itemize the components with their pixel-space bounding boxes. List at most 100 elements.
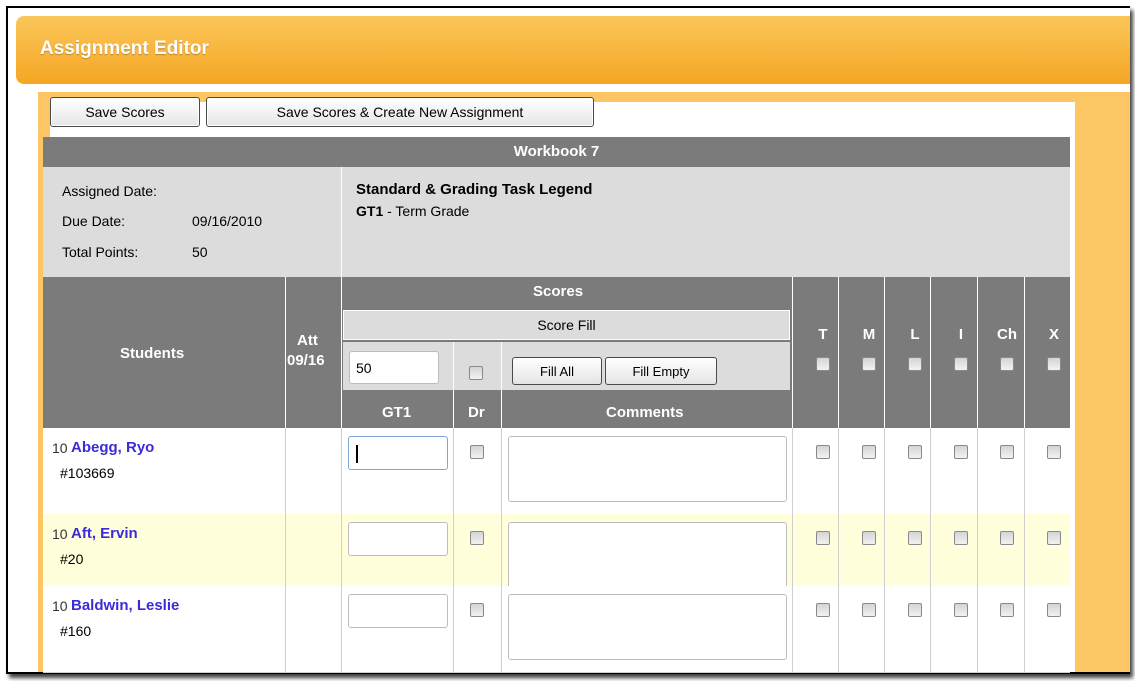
gt1-score-input[interactable] bbox=[348, 522, 448, 556]
gt1-score-input[interactable] bbox=[348, 436, 448, 470]
flag-checkbox-i[interactable] bbox=[954, 531, 968, 545]
flag-checkbox-l[interactable] bbox=[908, 445, 922, 459]
row-column-divider bbox=[501, 428, 502, 514]
flag-header-divider bbox=[884, 277, 885, 428]
flag-checkbox-ch[interactable] bbox=[1000, 603, 1014, 617]
window-title: Assignment Editor bbox=[40, 38, 209, 59]
dropped-checkbox[interactable] bbox=[470, 445, 484, 459]
row-column-divider bbox=[884, 586, 885, 672]
legend-title: Standard & Grading Task Legend bbox=[356, 181, 593, 198]
flag-checkbox-l[interactable] bbox=[908, 603, 922, 617]
flag-header-divider bbox=[930, 277, 931, 428]
flag-checkbox-i[interactable] bbox=[954, 603, 968, 617]
flag-checkbox-t[interactable] bbox=[816, 445, 830, 459]
flag-header-divider bbox=[838, 277, 839, 428]
comments-column-header: Comments bbox=[606, 404, 684, 421]
fill-divider-comments bbox=[501, 342, 502, 428]
legend-code: GT1 bbox=[356, 203, 384, 219]
gt1-column-header: GT1 bbox=[382, 404, 412, 421]
total-points-label: Total Points: bbox=[62, 244, 139, 260]
flag-checkbox-m[interactable] bbox=[862, 445, 876, 459]
fill-divider-dr bbox=[453, 342, 454, 428]
row-column-divider bbox=[838, 586, 839, 672]
dr-column-header: Dr bbox=[468, 404, 485, 421]
flag-checkbox-x[interactable] bbox=[1047, 445, 1061, 459]
row-column-divider bbox=[453, 586, 454, 672]
row-column-divider bbox=[341, 586, 342, 672]
gt1-score-input[interactable] bbox=[348, 594, 448, 628]
comment-textarea[interactable] bbox=[508, 436, 787, 502]
row-column-divider bbox=[977, 514, 978, 586]
flag-header-x: X bbox=[1048, 326, 1059, 343]
flag-header-ch: Ch bbox=[997, 326, 1017, 343]
row-column-divider bbox=[930, 514, 931, 586]
row-column-divider bbox=[977, 428, 978, 514]
assignment-name: Workbook 7 bbox=[513, 143, 600, 160]
save-and-create-new-button[interactable]: Save Scores & Create New Assignment bbox=[206, 97, 594, 127]
flag-checkbox-ch[interactable] bbox=[1000, 531, 1014, 545]
row-column-divider bbox=[453, 428, 454, 514]
flag-header-checkbox-m[interactable] bbox=[862, 357, 876, 371]
fill-all-button[interactable]: Fill All bbox=[512, 357, 602, 385]
flag-header-m: M bbox=[862, 326, 876, 343]
flag-header-l: L bbox=[910, 326, 920, 343]
row-column-divider bbox=[930, 428, 931, 514]
dropped-checkbox[interactable] bbox=[470, 603, 484, 617]
comment-textarea[interactable] bbox=[508, 522, 787, 588]
row-column-divider bbox=[1024, 428, 1025, 514]
score-fill-label: Score Fill bbox=[537, 317, 596, 333]
student-grade: 10 bbox=[52, 526, 68, 542]
row-column-divider bbox=[453, 514, 454, 586]
flag-checkbox-i[interactable] bbox=[954, 445, 968, 459]
flag-header-checkbox-ch[interactable] bbox=[1000, 357, 1014, 371]
scores-column-header: Scores bbox=[533, 283, 584, 300]
row-column-divider bbox=[838, 514, 839, 586]
fill-empty-button[interactable]: Fill Empty bbox=[605, 357, 717, 385]
info-divider bbox=[341, 167, 342, 277]
score-fill-dropped-checkbox[interactable] bbox=[469, 366, 483, 380]
row-column-divider bbox=[1024, 514, 1025, 586]
assignment-name-header: Workbook 7 bbox=[43, 137, 1070, 167]
student-grade: 10 bbox=[52, 598, 68, 614]
flag-header-divider bbox=[977, 277, 978, 428]
flag-header-checkbox-l[interactable] bbox=[908, 357, 922, 371]
flag-checkbox-x[interactable] bbox=[1047, 603, 1061, 617]
flag-checkbox-l[interactable] bbox=[908, 531, 922, 545]
flag-checkbox-m[interactable] bbox=[862, 531, 876, 545]
comment-textarea[interactable] bbox=[508, 594, 787, 660]
dropped-checkbox[interactable] bbox=[470, 531, 484, 545]
flag-header-t: T bbox=[818, 326, 828, 343]
row-column-divider bbox=[341, 428, 342, 514]
student-name-link[interactable]: Abegg, Ryo bbox=[71, 439, 154, 456]
flag-checkbox-t[interactable] bbox=[816, 531, 830, 545]
score-fill-bar: Score Fill bbox=[343, 310, 790, 340]
flag-header-checkbox-x[interactable] bbox=[1047, 357, 1061, 371]
student-name-link[interactable]: Aft, Ervin bbox=[71, 525, 138, 542]
flag-header-checkbox-i[interactable] bbox=[954, 357, 968, 371]
row-column-divider bbox=[792, 428, 793, 514]
row-column-divider bbox=[792, 586, 793, 672]
score-fill-input[interactable] bbox=[349, 351, 439, 384]
assigned-date-label: Assigned Date: bbox=[62, 183, 157, 199]
title-bar: Assignment Editor bbox=[16, 16, 1130, 84]
row-column-divider bbox=[285, 514, 286, 586]
row-column-divider bbox=[341, 514, 342, 586]
flag-header-checkbox-t[interactable] bbox=[816, 357, 830, 371]
flag-checkbox-t[interactable] bbox=[816, 603, 830, 617]
row-column-divider bbox=[501, 514, 502, 586]
legend-entry: GT1 - Term Grade bbox=[356, 203, 469, 219]
att-date-header: 09/16 bbox=[287, 352, 325, 369]
text-cursor bbox=[356, 445, 358, 463]
row-column-divider bbox=[930, 586, 931, 672]
flag-checkbox-m[interactable] bbox=[862, 603, 876, 617]
flag-checkbox-x[interactable] bbox=[1047, 531, 1061, 545]
row-column-divider bbox=[884, 514, 885, 586]
row-column-divider bbox=[285, 586, 286, 672]
row-column-divider bbox=[501, 586, 502, 672]
flag-checkbox-ch[interactable] bbox=[1000, 445, 1014, 459]
students-column-header: Students bbox=[120, 345, 185, 362]
student-name-link[interactable]: Baldwin, Leslie bbox=[71, 597, 179, 614]
legend-description: - Term Grade bbox=[383, 203, 470, 219]
save-scores-button[interactable]: Save Scores bbox=[50, 97, 200, 127]
header-divider-scores bbox=[341, 277, 342, 428]
